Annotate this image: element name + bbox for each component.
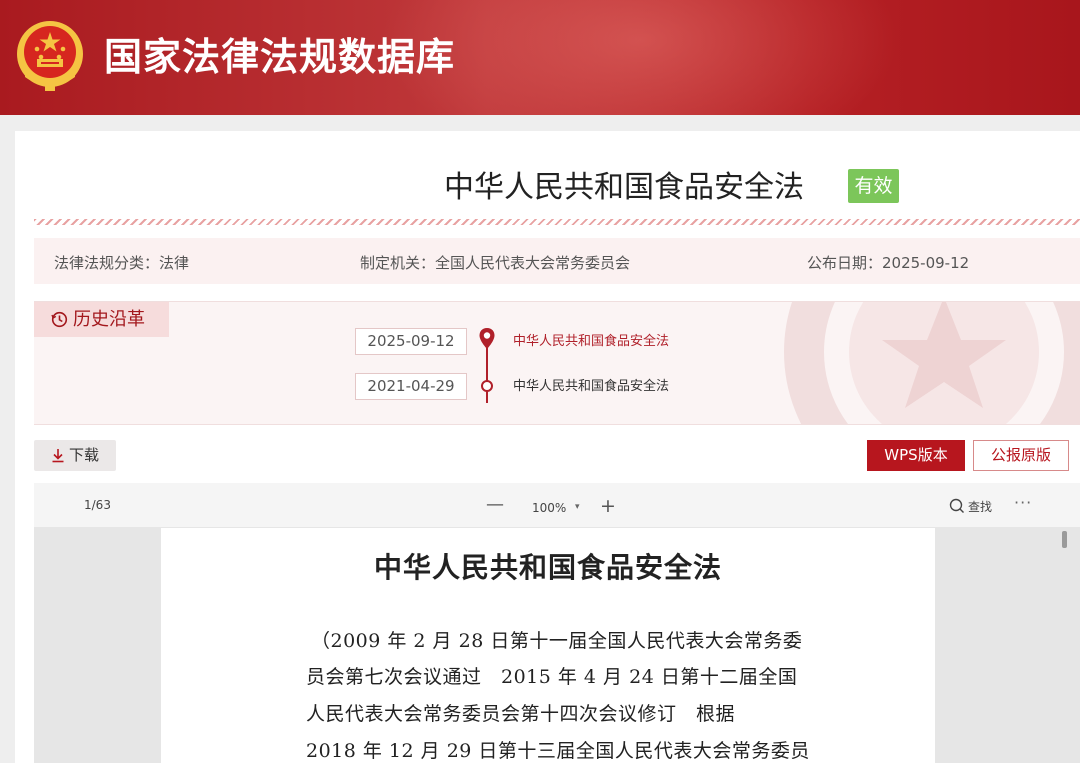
find-label: 查找 <box>968 500 993 514</box>
document-line: （2009 年 2 月 28 日第十一届全国人民代表大会常务委 <box>311 630 803 652</box>
download-label: 下载 <box>69 446 100 464</box>
history-date-2[interactable]: 2021-04-29 <box>355 373 467 400</box>
scrollbar-thumb[interactable] <box>1062 531 1067 548</box>
history-tab-label: 历史沿革 <box>73 309 145 330</box>
meta-authority: 制定机关：全国人民代表大会常务委员会 <box>360 254 631 272</box>
site-title[interactable]: 国家法律法规数据库 <box>104 34 455 80</box>
zoom-in-button[interactable]: + <box>600 495 616 517</box>
zoom-level-select[interactable]: 100% <box>532 501 566 515</box>
national-emblem-icon[interactable] <box>15 19 85 93</box>
site-header: 国家法律法规数据库 <box>0 0 1080 115</box>
chevron-down-icon[interactable]: ▾ <box>575 502 580 512</box>
document-title: 中华人民共和国食品安全法 <box>373 551 722 584</box>
download-button[interactable]: 下载 <box>34 440 116 471</box>
law-title: 中华人民共和国食品安全法 <box>444 170 804 205</box>
more-options-button[interactable]: ··· <box>1014 493 1032 512</box>
document-page: 中华人民共和国食品安全法 （2009 年 2 月 28 日第十一届全国人民代表大… <box>161 528 935 763</box>
timeline-line <box>486 345 488 403</box>
meta-bar: 法律法规分类：法律 制定机关：全国人民代表大会常务委员会 公布日期：2025-0… <box>34 238 1080 284</box>
tab-history[interactable]: 历史沿革 <box>34 302 169 337</box>
history-date-1[interactable]: 2025-09-12 <box>355 328 467 355</box>
document-line: 2018 年 12 月 29 日第十三届全国人民代表大会常务委员 <box>306 740 810 762</box>
emblem-watermark-icon <box>784 302 1080 424</box>
download-icon <box>52 449 64 463</box>
clock-history-icon <box>51 311 68 328</box>
location-pin-icon <box>479 328 495 349</box>
history-entry-1[interactable]: 中华人民共和国食品安全法 <box>513 334 669 350</box>
gazette-original-button[interactable]: 公报原版 <box>973 440 1069 471</box>
wps-version-button[interactable]: WPS版本 <box>867 440 965 471</box>
zoom-out-button[interactable]: — <box>486 494 504 515</box>
document-viewer[interactable]: 1/63 — 100% ▾ + 查找 ··· 中华人民共和国食品安全法 （200… <box>34 483 1080 763</box>
title-divider <box>34 219 1080 225</box>
meta-published-date: 公布日期：2025-09-12 <box>807 254 970 272</box>
header-glow <box>380 0 900 115</box>
search-icon <box>949 498 964 513</box>
status-badge: 有效 <box>848 169 899 203</box>
viewer-toolbar: 1/63 — 100% ▾ + 查找 ··· <box>34 483 1080 527</box>
page-indicator: 1/63 <box>84 498 111 512</box>
timeline-dot-icon <box>481 380 493 392</box>
document-line: 员会第七次会议通过 2015 年 4 月 24 日第十二届全国 <box>306 666 798 688</box>
document-line: 人民代表大会常务委员会第十四次会议修订 根据 <box>306 703 736 725</box>
meta-category: 法律法规分类：法律 <box>54 254 190 272</box>
history-panel: 历史沿革 <box>34 301 1080 425</box>
history-entry-2[interactable]: 中华人民共和国食品安全法 <box>513 379 669 395</box>
